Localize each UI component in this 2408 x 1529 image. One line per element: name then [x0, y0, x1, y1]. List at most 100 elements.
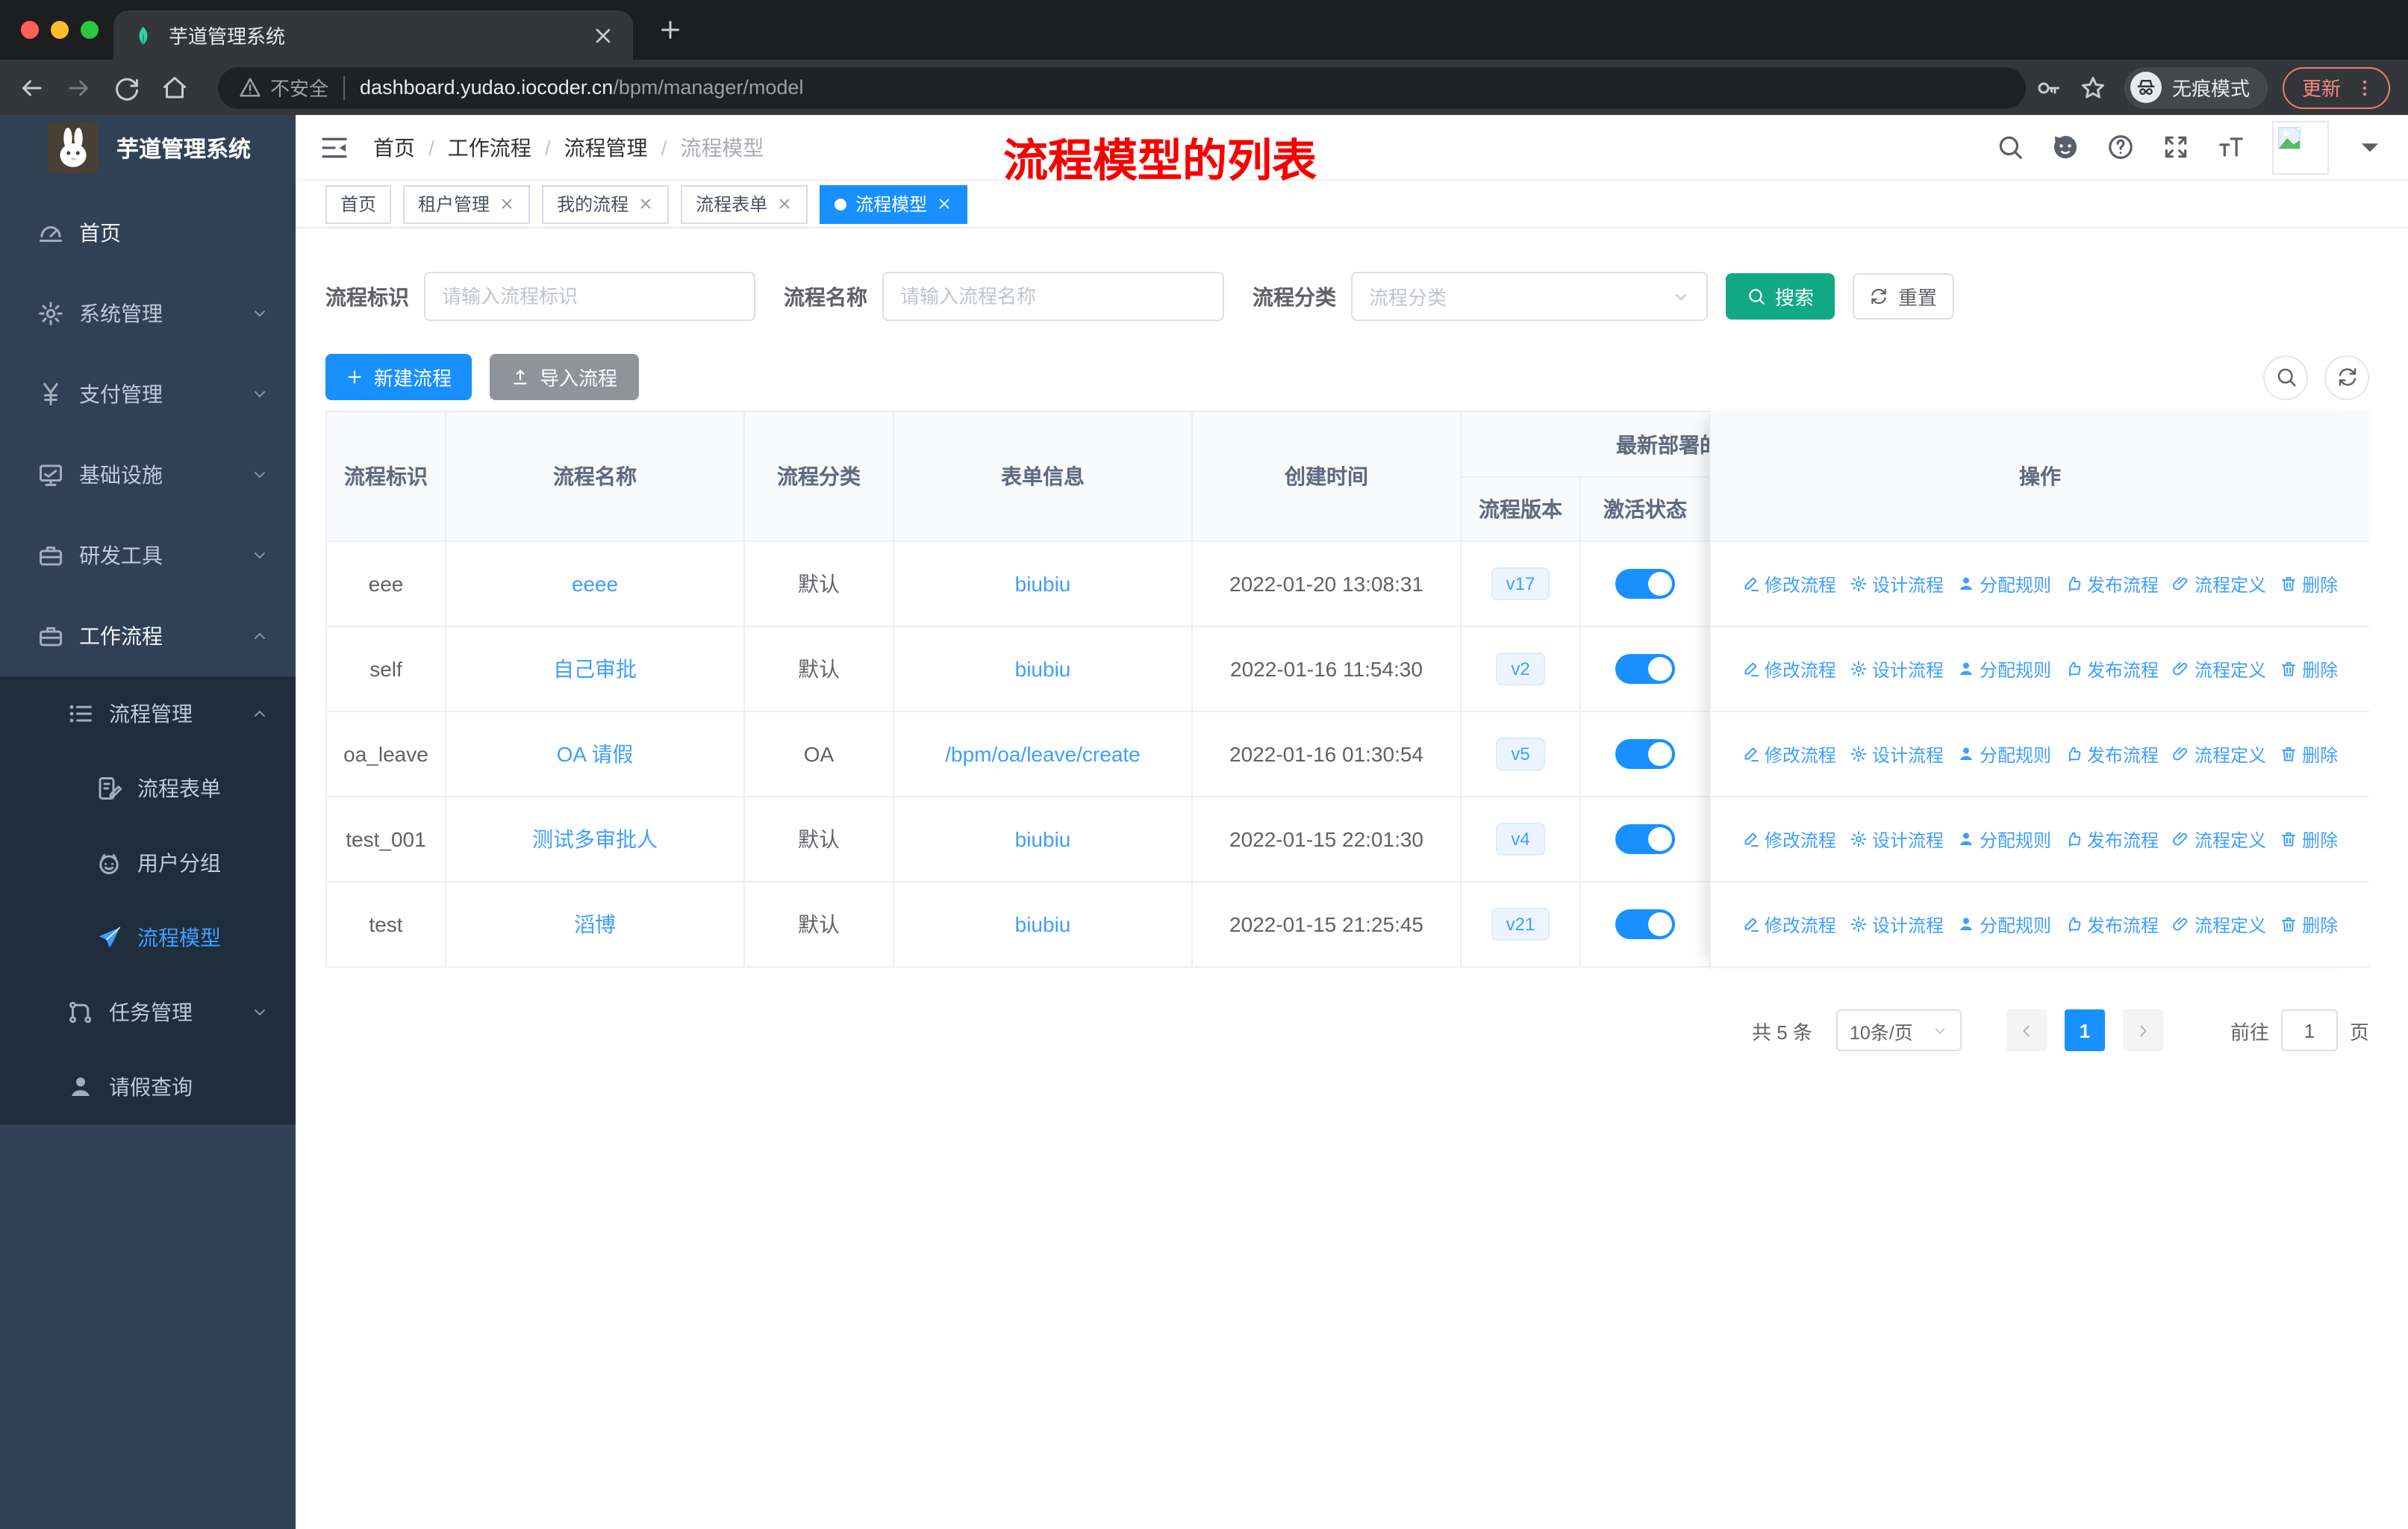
process-name-link[interactable]: eeee	[572, 572, 618, 596]
action-assign-link[interactable]: 分配规则	[1957, 656, 2051, 682]
breadcrumb-item[interactable]: 首页	[373, 132, 415, 162]
active-toggle[interactable]	[1615, 569, 1675, 599]
home-icon[interactable]	[161, 74, 188, 101]
address-bar[interactable]: 不安全 dashboard.yudao.iocoder.cn /bpm/mana…	[218, 66, 2026, 108]
action-trash-link[interactable]: 删除	[2280, 656, 2338, 682]
search-icon[interactable]	[1996, 133, 2024, 161]
action-trash-link[interactable]: 删除	[2280, 741, 2338, 767]
minimize-window-button[interactable]	[51, 21, 69, 39]
sidebar-item-task-mgmt[interactable]: 任务管理	[0, 975, 296, 1050]
page-number-1[interactable]: 1	[2064, 1009, 2105, 1051]
category-select[interactable]: 流程分类	[1351, 272, 1708, 321]
sidebar-item-process-model[interactable]: 流程模型	[0, 900, 296, 975]
menu-dots-icon[interactable]	[2354, 77, 2375, 98]
view-tag[interactable]: 流程模型	[820, 184, 968, 223]
view-tag[interactable]: 流程表单	[681, 184, 808, 223]
next-page-button[interactable]	[2122, 1009, 2163, 1051]
collapse-menu-icon[interactable]	[319, 132, 349, 162]
sidebar-item-system[interactable]: 系统管理	[0, 273, 296, 354]
help-icon[interactable]	[2106, 133, 2135, 161]
breadcrumb-item[interactable]: 流程管理	[564, 132, 648, 162]
view-tag[interactable]: 租户管理	[403, 184, 531, 223]
action-paperclip-link[interactable]: 流程定义	[2172, 656, 2266, 682]
action-trash-link[interactable]: 删除	[2280, 912, 2338, 937]
action-paperclip-link[interactable]: 流程定义	[2172, 741, 2266, 767]
form-info-link[interactable]: biubiu	[1015, 572, 1071, 596]
font-size-icon[interactable]	[2217, 133, 2245, 161]
forward-icon[interactable]	[66, 74, 93, 101]
action-assign-link[interactable]: 分配规则	[1957, 912, 2051, 937]
close-window-button[interactable]	[21, 21, 39, 39]
process-key-input[interactable]	[442, 285, 737, 308]
sidebar-item-process-form[interactable]: 流程表单	[0, 751, 296, 826]
sidebar-item-leave-query[interactable]: 请假查询	[0, 1050, 296, 1124]
action-design-link[interactable]: 设计流程	[1850, 826, 1944, 852]
security-label[interactable]: 不安全	[270, 73, 328, 102]
sidebar-item-payment[interactable]: 支付管理	[0, 354, 296, 435]
tag-close-icon[interactable]	[776, 196, 793, 212]
action-publish-link[interactable]: 发布流程	[2065, 741, 2159, 767]
search-button[interactable]: 搜索	[1726, 273, 1835, 320]
action-assign-link[interactable]: 分配规则	[1957, 741, 2051, 767]
reset-button[interactable]: 重置	[1853, 273, 1954, 320]
tag-close-icon[interactable]	[936, 196, 952, 212]
action-paperclip-link[interactable]: 流程定义	[2172, 826, 2266, 852]
tag-close-icon[interactable]	[637, 196, 654, 212]
action-design-link[interactable]: 设计流程	[1850, 656, 1944, 682]
action-design-link[interactable]: 设计流程	[1850, 741, 1944, 767]
avatar[interactable]	[2272, 120, 2329, 174]
form-info-link[interactable]: biubiu	[1015, 827, 1071, 851]
sidebar-item-home[interactable]: 首页	[0, 193, 296, 273]
github-icon[interactable]	[2051, 133, 2080, 161]
fullscreen-icon[interactable]	[2162, 133, 2190, 161]
logo-row[interactable]: 芋道管理系统	[0, 115, 296, 181]
process-name-link[interactable]: 自己审批	[553, 657, 637, 681]
action-edit-link[interactable]: 修改流程	[1742, 912, 1836, 937]
action-design-link[interactable]: 设计流程	[1850, 912, 1944, 937]
action-edit-link[interactable]: 修改流程	[1742, 656, 1836, 682]
sidebar-item-workflow[interactable]: 工作流程	[0, 596, 296, 676]
process-name-link[interactable]: OA 请假	[557, 742, 634, 766]
browser-tab[interactable]: 芋道管理系统	[113, 10, 633, 60]
caret-down-icon[interactable]	[2356, 133, 2384, 161]
reload-icon[interactable]	[113, 74, 140, 101]
process-name-link[interactable]: 滔博	[574, 912, 616, 936]
key-icon[interactable]	[2035, 74, 2062, 101]
sidebar-item-user-group[interactable]: 用户分组	[0, 826, 296, 900]
zoom-window-button[interactable]	[81, 21, 99, 39]
action-paperclip-link[interactable]: 流程定义	[2172, 571, 2266, 597]
action-trash-link[interactable]: 删除	[2280, 571, 2338, 597]
active-toggle[interactable]	[1615, 739, 1675, 769]
refresh-table-button[interactable]	[2324, 355, 2369, 399]
action-design-link[interactable]: 设计流程	[1850, 571, 1944, 597]
tab-close-icon[interactable]	[591, 23, 615, 47]
action-assign-link[interactable]: 分配规则	[1957, 826, 2051, 852]
action-paperclip-link[interactable]: 流程定义	[2172, 912, 2266, 937]
action-edit-link[interactable]: 修改流程	[1742, 741, 1836, 767]
action-edit-link[interactable]: 修改流程	[1742, 826, 1836, 852]
action-trash-link[interactable]: 删除	[2280, 826, 2338, 852]
sidebar-item-process-mgmt[interactable]: 流程管理	[0, 676, 296, 751]
page-size-select[interactable]: 10条/页	[1835, 1009, 1962, 1051]
view-tag[interactable]: 我的流程	[542, 184, 670, 223]
view-tag[interactable]: 首页	[325, 184, 392, 223]
back-icon[interactable]	[18, 74, 45, 101]
action-publish-link[interactable]: 发布流程	[2065, 826, 2159, 852]
import-process-button[interactable]: 导入流程	[490, 354, 639, 400]
active-toggle[interactable]	[1615, 909, 1675, 939]
process-name-input[interactable]	[900, 285, 1206, 308]
tag-close-icon[interactable]	[499, 196, 515, 212]
action-edit-link[interactable]: 修改流程	[1742, 571, 1836, 597]
prev-page-button[interactable]	[2006, 1009, 2047, 1051]
show-search-button[interactable]	[2263, 355, 2308, 399]
create-process-button[interactable]: 新建流程	[325, 354, 472, 400]
active-toggle[interactable]	[1615, 824, 1675, 854]
active-toggle[interactable]	[1615, 654, 1675, 684]
sidebar-item-infrastructure[interactable]: 基础设施	[0, 435, 296, 515]
action-publish-link[interactable]: 发布流程	[2065, 571, 2159, 597]
sidebar-item-devtools[interactable]: 研发工具	[0, 515, 296, 596]
goto-page-input[interactable]	[2280, 1009, 2338, 1051]
form-info-link[interactable]: /bpm/oa/leave/create	[945, 742, 1141, 766]
update-button[interactable]: 更新	[2282, 66, 2390, 108]
action-publish-link[interactable]: 发布流程	[2065, 656, 2159, 682]
